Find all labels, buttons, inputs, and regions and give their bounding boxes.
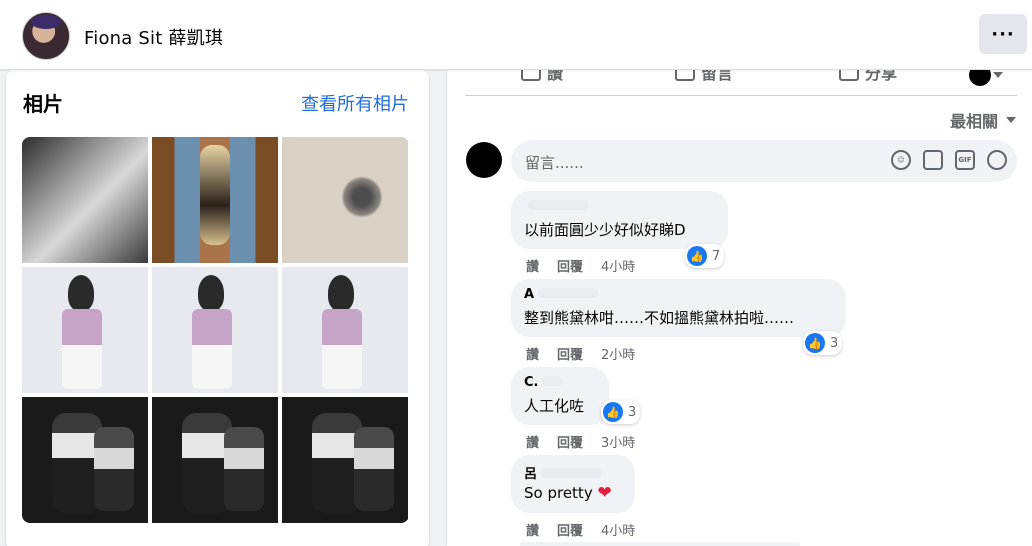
comment-text: So pretty ❤ — [524, 483, 612, 503]
next-comment-stub — [520, 542, 800, 546]
reaction-count[interactable]: 👍 3 — [601, 400, 641, 424]
photo-thumbnail[interactable] — [282, 267, 408, 393]
share-button[interactable]: 分享 — [839, 70, 897, 84]
comment-actions: 讚 回覆 4小時 — [526, 256, 635, 275]
photo-grid — [22, 137, 409, 523]
like-reaction-icon: 👍 — [603, 402, 623, 422]
comment-icon — [675, 70, 695, 81]
comment-author[interactable] — [524, 199, 715, 215]
emoji-icon[interactable]: ☺ — [891, 150, 911, 170]
share-icon — [839, 70, 859, 81]
like-reaction-icon: 👍 — [805, 333, 825, 353]
photo-thumbnail[interactable] — [152, 137, 278, 263]
comment-input-tools: ☺ GIF — [891, 150, 1007, 170]
comment-reply-link[interactable]: 回覆 — [557, 432, 583, 451]
like-reaction-icon: 👍 — [687, 246, 707, 266]
comment-actions: 讚 回覆 4小時 — [526, 520, 635, 539]
photo-thumbnail[interactable] — [282, 137, 408, 263]
like-button[interactable]: 讚 — [521, 70, 563, 84]
comment-like-link[interactable]: 讚 — [526, 344, 539, 363]
account-avatar — [969, 70, 991, 86]
comment-text: 人工化咗 — [524, 397, 585, 415]
comment-timestamp[interactable]: 2小時 — [601, 344, 635, 363]
comment-label: 留言 — [701, 70, 734, 83]
reaction-count[interactable]: 👍 7 — [685, 244, 725, 268]
comment-button[interactable]: 留言 — [675, 70, 733, 84]
comment-reply-link[interactable]: 回覆 — [557, 344, 583, 363]
profile-avatar[interactable] — [22, 12, 70, 60]
comment-input[interactable]: 留言...... ☺ GIF — [511, 140, 1017, 182]
camera-icon[interactable] — [923, 150, 943, 170]
post-comments-panel: 讚 留言 分享 最相關 留言...... ☺ GIF 以前面圓少少好似好睇D 👍… — [447, 70, 1032, 546]
photo-thumbnail[interactable] — [22, 397, 148, 523]
reaction-count[interactable]: 👍 3 — [803, 331, 843, 355]
comment-bubble: 呂 So pretty ❤ — [511, 455, 635, 513]
photo-thumbnail[interactable] — [282, 397, 408, 523]
comment-actions: 讚 回覆 2小時 — [526, 344, 635, 363]
comment-author[interactable]: A — [524, 287, 833, 303]
comment-like-link[interactable]: 讚 — [526, 520, 539, 539]
comment-author[interactable]: 呂 — [524, 463, 622, 482]
thumbs-up-icon — [521, 70, 541, 81]
gif-icon[interactable]: GIF — [955, 150, 975, 170]
comment-text: 整到熊黛林咁……不如搵熊黛林拍啦…… — [524, 309, 795, 327]
photo-thumbnail[interactable] — [22, 267, 148, 393]
view-all-photos-link[interactable]: 查看所有相片 — [301, 90, 409, 116]
photo-thumbnail[interactable] — [22, 137, 148, 263]
current-user-avatar — [466, 142, 502, 178]
comment-like-link[interactable]: 讚 — [526, 256, 539, 275]
heart-icon: ❤ — [597, 483, 612, 503]
redacted-name — [542, 376, 563, 386]
comment-input-placeholder: 留言...... — [525, 154, 584, 172]
photo-thumbnail[interactable] — [152, 397, 278, 523]
share-label: 分享 — [865, 70, 898, 83]
post-action-bar: 讚 留言 分享 — [465, 70, 1017, 96]
photos-title: 相片 — [23, 92, 63, 116]
profile-name[interactable]: Fiona Sit 薛凱琪 — [84, 24, 223, 50]
chevron-down-icon — [993, 72, 1003, 78]
comment-like-link[interactable]: 讚 — [526, 432, 539, 451]
comment-author[interactable]: C. — [524, 375, 596, 391]
photos-card: 相片 查看所有相片 — [6, 70, 429, 546]
comment-bubble: 以前面圓少少好似好睇D — [511, 191, 728, 249]
account-switcher[interactable] — [969, 70, 1003, 86]
redacted-name — [538, 288, 599, 298]
chevron-down-icon — [1006, 117, 1016, 123]
comment-reply-link[interactable]: 回覆 — [557, 520, 583, 539]
more-options-button[interactable]: ··· — [979, 14, 1027, 54]
comment-reply-link[interactable]: 回覆 — [557, 256, 583, 275]
redacted-name — [528, 200, 588, 210]
comment-bubble: C. 人工化咗 — [511, 367, 609, 425]
profile-header: Fiona Sit 薛凱琪 ··· — [0, 0, 1032, 70]
redacted-name — [541, 468, 602, 478]
comment-text: 以前面圓少少好似好睇D — [524, 221, 686, 239]
comment-timestamp[interactable]: 4小時 — [601, 520, 635, 539]
comment-sort-dropdown[interactable]: 最相關 — [950, 108, 1016, 132]
sort-label: 最相關 — [949, 112, 998, 131]
comment-timestamp[interactable]: 3小時 — [601, 432, 635, 451]
like-label: 讚 — [547, 70, 564, 83]
comment-bubble: A 整到熊黛林咁……不如搵熊黛林拍啦…… — [511, 279, 846, 337]
sticker-icon[interactable] — [987, 150, 1007, 170]
comment-timestamp[interactable]: 4小時 — [601, 256, 635, 275]
photo-thumbnail[interactable] — [152, 267, 278, 393]
comment-actions: 讚 回覆 3小時 — [526, 432, 635, 451]
